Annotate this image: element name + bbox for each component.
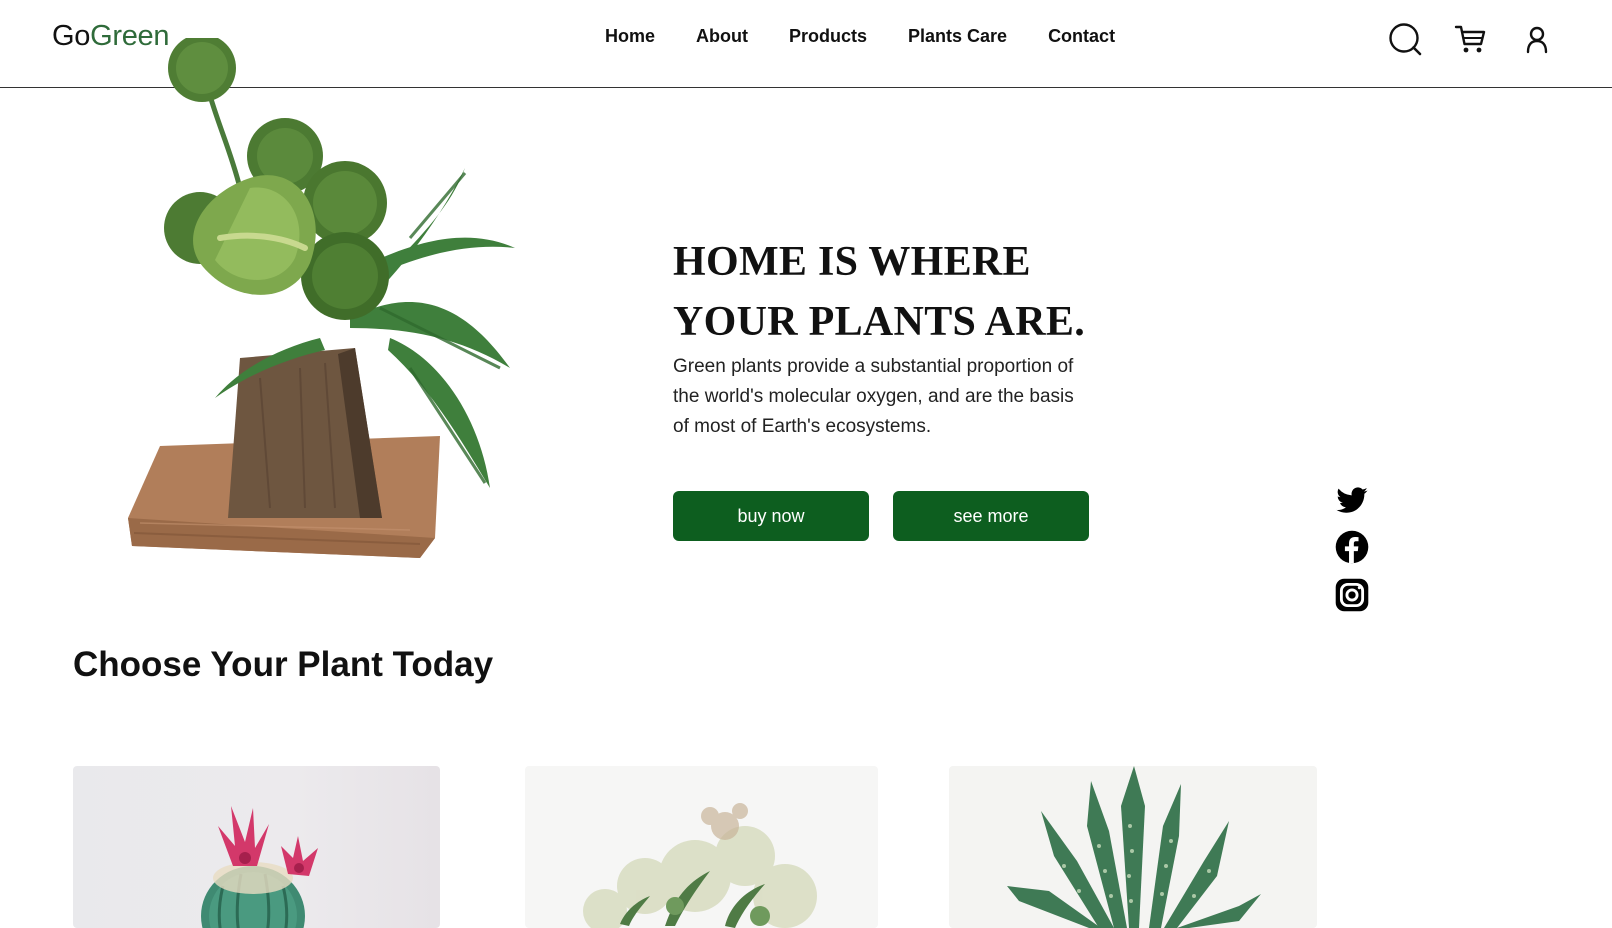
search-icon[interactable] [1388, 22, 1422, 56]
instagram-icon[interactable] [1335, 578, 1369, 612]
hero-plant-image [128, 38, 515, 558]
cart-icon[interactable] [1454, 22, 1488, 56]
nav-contact[interactable]: Contact [1048, 26, 1115, 47]
logo-go: Go [52, 20, 91, 52]
user-icon[interactable] [1520, 22, 1554, 56]
nav-products[interactable]: Products [789, 26, 867, 47]
product-card-aloe[interactable] [949, 766, 1317, 928]
hero-title: HOME IS WHERE YOUR PLANTS ARE. [673, 232, 1193, 352]
nav-about[interactable]: About [696, 26, 748, 47]
section-title: Choose Your Plant Today [73, 645, 494, 684]
twitter-icon[interactable] [1335, 484, 1369, 518]
product-card-bouquet[interactable] [525, 766, 878, 928]
hero-description: Green plants provide a substantial propo… [673, 356, 1074, 437]
hero-title-line1: HOME IS WHERE [673, 239, 1031, 285]
hero-title-line2: YOUR PLANTS ARE. [673, 299, 1086, 345]
facebook-icon[interactable] [1335, 530, 1369, 564]
aloe-image [1007, 766, 1261, 928]
main-nav: Home About Products Plants Care Contact [605, 26, 1115, 47]
see-more-button[interactable]: see more [893, 491, 1089, 541]
product-card-cactus[interactable] [73, 766, 440, 928]
nav-plants-care[interactable]: Plants Care [908, 26, 1007, 47]
flower-bouquet-image [583, 803, 817, 928]
buy-now-button[interactable]: buy now [673, 491, 869, 541]
nav-home[interactable]: Home [605, 26, 655, 47]
cactus-image [201, 806, 318, 928]
